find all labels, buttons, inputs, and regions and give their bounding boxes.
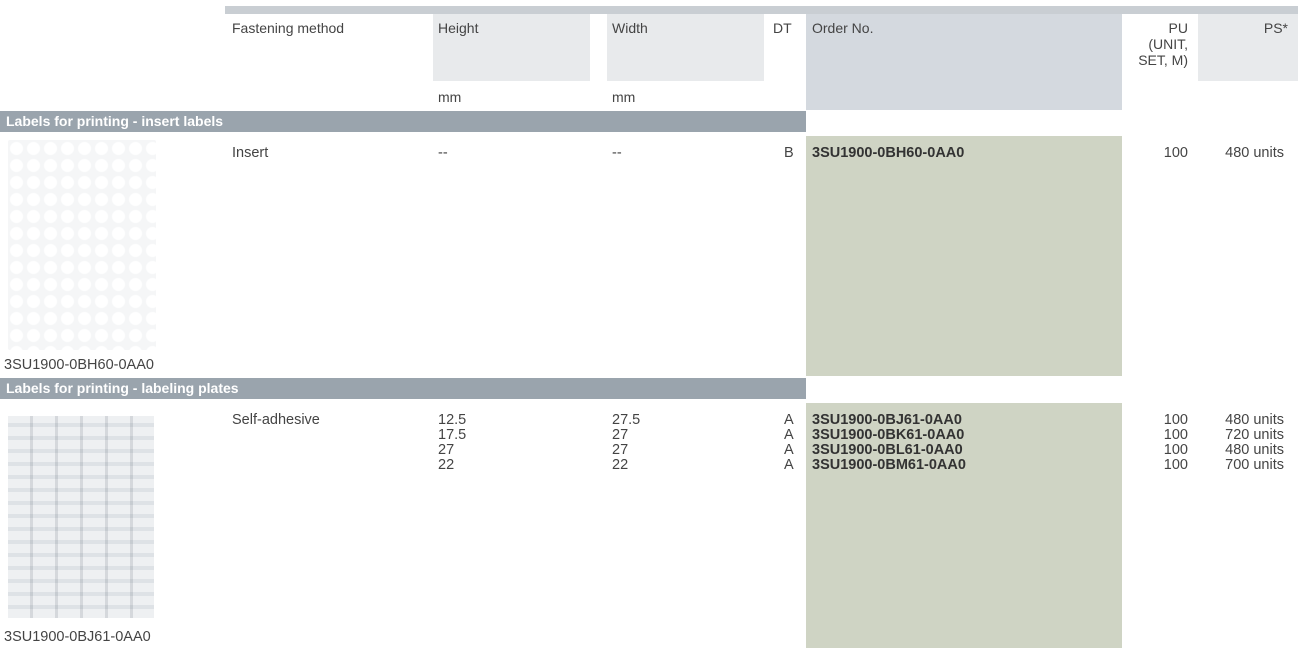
header-pu-line3: SET, M) — [1138, 52, 1188, 68]
dt-2-2: A — [784, 442, 794, 458]
pu-1-0: 100 — [1163, 145, 1188, 161]
width-2-2: 27 — [612, 442, 629, 458]
ps-2-3: 700 units — [1225, 457, 1284, 473]
dt-2-0: A — [784, 412, 794, 428]
ps-2-1: 720 units — [1225, 427, 1284, 443]
labeling-plate-sheet-icon — [8, 416, 154, 618]
header-width: Width — [612, 20, 648, 36]
order-no-column-2: 3SU1900-0BJ61-0AA0 3SU1900-0BK61-0AA0 3S… — [812, 413, 966, 473]
header-dt: DT — [773, 20, 792, 36]
fastening-method-2: Self-adhesive — [232, 412, 320, 428]
height-2-0: 12.5 — [438, 412, 467, 428]
order-no-2-0: 3SU1900-0BJ61-0AA0 — [812, 412, 962, 428]
pu-2-0: 100 — [1163, 412, 1188, 428]
height-2-1: 17.5 — [438, 427, 467, 443]
pu-column-2: 100 100 100 100 — [1130, 413, 1188, 473]
width-column-2: 27.5 27 27 22 — [612, 413, 640, 473]
header-pu-line2: (UNIT, — [1148, 36, 1188, 52]
width-1-0: -- — [612, 145, 622, 161]
header-ps: PS* — [1263, 20, 1288, 36]
height-1-0: -- — [438, 145, 448, 161]
image-caption-2: 3SU1900-0BJ61-0AA0 — [4, 629, 151, 645]
dt-2-1: A — [784, 427, 794, 443]
header-height-unit: mm — [438, 89, 462, 105]
pu-2-1: 100 — [1163, 427, 1188, 443]
order-column-bg-1 — [806, 136, 1122, 376]
pu-2-2: 100 — [1163, 442, 1188, 458]
insert-label-sheet-icon — [8, 140, 156, 350]
width-2-3: 22 — [612, 457, 629, 473]
dt-column-2: A A A A — [784, 413, 794, 473]
image-caption-1: 3SU1900-0BH60-0AA0 — [4, 357, 154, 373]
section-header-labeling-plates: Labels for printing - labeling plates — [0, 378, 806, 399]
order-no-2-3: 3SU1900-0BM61-0AA0 — [812, 457, 966, 473]
dt-2-3: A — [784, 457, 794, 473]
order-no-1-0: 3SU1900-0BH60-0AA0 — [812, 145, 965, 161]
ps-column-2: 480 units 720 units 480 units 700 units — [1200, 413, 1284, 473]
header-order-no: Order No. — [812, 20, 874, 36]
pu-2-3: 100 — [1163, 457, 1188, 473]
dt-1-0: B — [784, 145, 794, 161]
ps-2-2: 480 units — [1225, 442, 1284, 458]
width-2-1: 27 — [612, 427, 629, 443]
height-2-2: 27 — [438, 442, 455, 458]
header-width-unit: mm — [612, 89, 636, 105]
header-pu-line1: PU — [1168, 20, 1188, 36]
section-header-insert-labels: Labels for printing - insert labels — [0, 111, 806, 132]
order-no-2-2: 3SU1900-0BL61-0AA0 — [812, 442, 963, 458]
height-column-2: 12.5 17.5 27 22 — [438, 413, 466, 473]
width-2-0: 27.5 — [612, 412, 641, 428]
ps-1-0: 480 units — [1225, 145, 1284, 161]
fastening-method-1: Insert — [232, 145, 269, 161]
header-top-bar — [225, 6, 1298, 14]
header-pu: PU (UNIT, SET, M) — [1106, 20, 1188, 68]
height-2-3: 22 — [438, 457, 455, 473]
header-fastening-method: Fastening method — [232, 20, 345, 36]
header-height: Height — [438, 20, 479, 36]
order-no-2-1: 3SU1900-0BK61-0AA0 — [812, 427, 965, 443]
ps-2-0: 480 units — [1225, 412, 1284, 428]
